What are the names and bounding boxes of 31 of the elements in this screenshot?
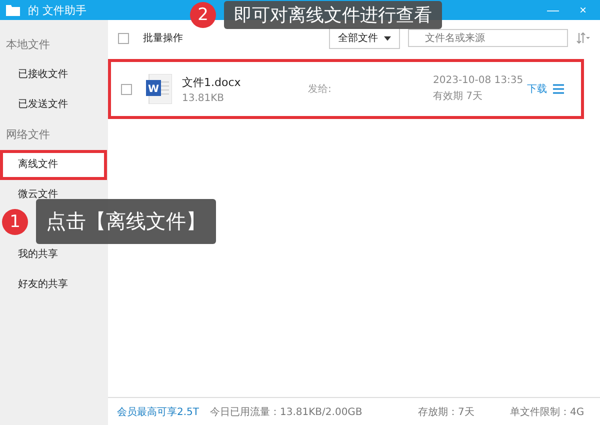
select-all-checkbox[interactable] bbox=[118, 32, 129, 44]
sidebar-item[interactable]: 离线文件 bbox=[0, 150, 107, 180]
file-name: 文件1.docx bbox=[182, 74, 242, 90]
vip-link[interactable]: 会员最高可享2.5T bbox=[117, 404, 210, 418]
sort-icon[interactable] bbox=[576, 32, 590, 44]
download-link[interactable]: 下载 bbox=[527, 82, 547, 96]
storage-period-text: 存放期：7天 bbox=[418, 406, 476, 418]
file-row[interactable]: W 文件1.docx 13.81KB 发给: 2023-10-08 13:35 有效期 7天 下载 bbox=[108, 59, 584, 119]
window-title: 的 文件助手 bbox=[28, 2, 86, 18]
file-limit-text: 单文件限制：4G bbox=[510, 406, 584, 418]
caret-icon bbox=[384, 36, 391, 40]
file-date: 2023-10-08 13:35 bbox=[433, 75, 524, 86]
sidebar-section-title: 本地文件 bbox=[5, 37, 51, 53]
sidebar-item[interactable]: 已接收文件 bbox=[0, 60, 107, 90]
document-icon: W bbox=[146, 74, 172, 104]
menu-icon[interactable] bbox=[553, 84, 564, 94]
sidebar-item[interactable]: 已发送文件 bbox=[0, 90, 107, 120]
callout-tooltip: 即可对离线文件进行查看 bbox=[224, 1, 442, 29]
batch-label: 批量操作 bbox=[143, 32, 183, 45]
validity-text: 有效期 7天 bbox=[433, 90, 484, 103]
file-checkbox[interactable] bbox=[121, 84, 132, 94]
filter-dropdown[interactable]: 全部文件 bbox=[329, 27, 400, 49]
file-size: 13.81KB bbox=[182, 92, 226, 104]
traffic-text: 今日已用流量：13.81KB/2.00GB bbox=[210, 406, 364, 418]
recipient-label: 发给: bbox=[308, 83, 332, 96]
step-badge: 2 bbox=[190, 2, 216, 28]
sidebar-item[interactable]: 好友的共享 bbox=[0, 270, 107, 300]
search-field[interactable]: 文件名或来源 bbox=[408, 29, 568, 47]
folder-icon bbox=[6, 4, 20, 16]
sidebar-section-title: 网络文件 bbox=[5, 127, 51, 143]
callout-tooltip: 点击【离线文件】 bbox=[36, 199, 216, 244]
